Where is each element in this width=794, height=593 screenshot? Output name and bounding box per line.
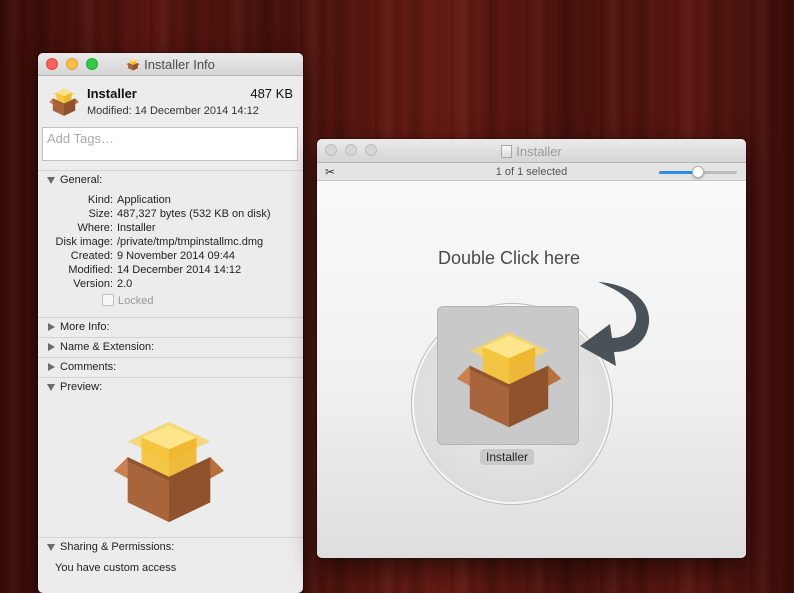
installer-box-icon: [126, 58, 140, 71]
installer-box-icon: [113, 421, 225, 523]
installer-titlebar[interactable]: Installer: [317, 139, 746, 163]
tags-placeholder: Add Tags…: [47, 131, 114, 146]
info-header: Installer 487 KB Modified: 14 December 2…: [38, 76, 303, 124]
installer-icon-label[interactable]: Installer: [480, 449, 535, 465]
modified-date: Modified: 14 December 2014 14:12: [87, 105, 259, 117]
section-preview-label: Preview:: [60, 381, 103, 393]
section-name-extension-label: Name & Extension:: [60, 341, 155, 353]
section-general[interactable]: General:: [38, 170, 303, 189]
file-name: Installer: [87, 86, 137, 101]
kv-key: Disk image:: [55, 236, 113, 248]
access-text: You have custom access: [55, 562, 177, 574]
kv-value: Application: [117, 194, 171, 206]
kv-value: 9 November 2014 09:44: [117, 250, 236, 262]
section-sharing-permissions[interactable]: Sharing & Permissions:: [38, 537, 303, 556]
kv-value: /private/tmp/tmpinstallmc.dmg: [117, 236, 264, 248]
instruction-text: Double Click here: [438, 248, 581, 268]
kv-key: Version:: [73, 278, 113, 290]
kv-key: Created:: [70, 250, 113, 262]
section-name-extension[interactable]: Name & Extension:: [38, 337, 303, 356]
checkbox-icon[interactable]: [102, 294, 114, 306]
slider-knob[interactable]: [692, 166, 704, 178]
document-icon: [501, 145, 513, 158]
disclosure-right-icon[interactable]: [48, 343, 55, 351]
section-more-info-label: More Info:: [60, 321, 110, 333]
installer-window-title: Installer: [516, 144, 562, 159]
info-window: Installer Info Installer 487 KB Modified…: [38, 53, 303, 593]
kv-value: 14 December 2014 14:12: [117, 264, 242, 276]
tags-field[interactable]: Add Tags…: [42, 127, 298, 161]
disclosure-down-icon[interactable]: [47, 384, 55, 391]
kv-key: Kind:: [87, 194, 113, 206]
installer-app-icon[interactable]: [437, 306, 579, 445]
installer-box-icon: [49, 88, 79, 116]
section-preview[interactable]: Preview:: [38, 377, 303, 396]
locked-checkbox[interactable]: Locked: [102, 294, 153, 307]
kv-key: Where:: [77, 222, 113, 234]
installer-box-icon: [456, 332, 562, 428]
installer-window: Installer ✂ 1 of 1 selected Double Click…: [317, 139, 746, 558]
installer-content: Double Click here Installer: [317, 181, 746, 558]
section-comments-label: Comments:: [60, 361, 117, 373]
kv-value: 487,327 bytes (532 KB on disk): [117, 208, 271, 220]
kv-value: Installer: [117, 222, 156, 234]
section-sharing-label: Sharing & Permissions:: [60, 541, 175, 553]
disclosure-down-icon[interactable]: [47, 177, 55, 184]
kv-value: 2.0: [117, 278, 133, 290]
file-size: 487 KB: [250, 86, 293, 101]
section-more-info[interactable]: More Info:: [38, 317, 303, 336]
disclosure-down-icon[interactable]: [47, 544, 55, 551]
kv-key: Size:: [88, 208, 113, 220]
info-titlebar[interactable]: Installer Info: [38, 53, 303, 76]
section-comments[interactable]: Comments:: [38, 357, 303, 376]
locked-label: Locked: [118, 295, 154, 307]
disclosure-right-icon[interactable]: [48, 363, 55, 371]
section-general-label: General:: [60, 174, 103, 186]
status-bar: ✂ 1 of 1 selected: [317, 163, 746, 181]
curved-arrow-icon: [580, 282, 650, 366]
kv-key: Modified:: [68, 264, 113, 276]
icon-size-slider[interactable]: [659, 166, 737, 178]
info-window-title: Installer Info: [144, 57, 215, 72]
disclosure-right-icon[interactable]: [48, 323, 55, 331]
